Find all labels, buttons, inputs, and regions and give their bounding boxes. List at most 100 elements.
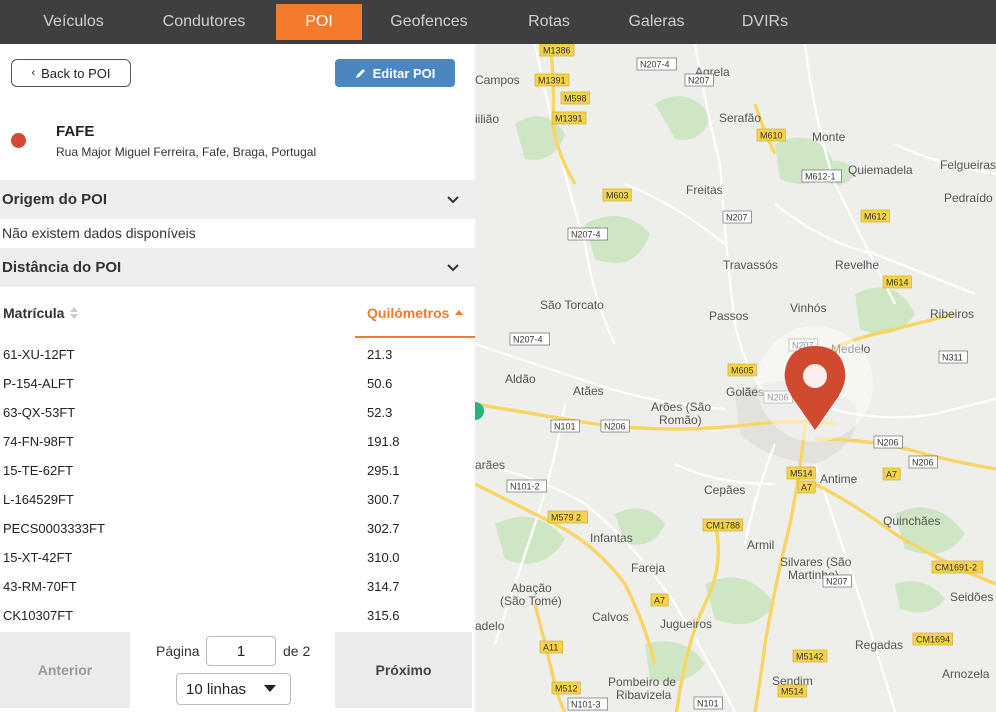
- tab-vehicles[interactable]: Veículos: [15, 4, 132, 40]
- place-label: Cepães: [704, 483, 745, 497]
- sort-ascending-icon: [455, 310, 464, 315]
- tab-galleries[interactable]: Galeras: [602, 4, 711, 40]
- table-row[interactable]: 63-QX-53FT 52.3: [0, 398, 475, 427]
- road-label-text: N207-4: [571, 230, 601, 240]
- chevron-left-icon: ‹: [31, 67, 36, 79]
- place-label: Felgueiras: [940, 158, 996, 172]
- road-label: M514: [777, 684, 807, 698]
- road-label: A7: [882, 467, 901, 481]
- road-label: M5142: [792, 649, 828, 663]
- table-row[interactable]: L-164529FT 300.7: [0, 485, 475, 514]
- place-label: (São Tomé): [500, 594, 562, 608]
- place-label: Freitas: [686, 183, 723, 197]
- table-row[interactable]: P-154-ALFT 50.6: [0, 369, 475, 398]
- road-label-text: M1386: [543, 46, 571, 56]
- place-label: Serafão: [719, 111, 761, 125]
- road-label-text: N207: [688, 76, 710, 86]
- road-label: M612-1: [801, 169, 842, 183]
- page-total-label: de 2: [283, 643, 311, 659]
- place-label: Arões (São: [651, 400, 711, 414]
- table-row[interactable]: PECS0003333FT 302.7: [0, 514, 475, 543]
- place-label: Quinchães: [883, 514, 940, 528]
- table-row[interactable]: 74-FN-98FT 191.8: [0, 427, 475, 456]
- road-label: N207: [722, 210, 752, 224]
- next-page-button[interactable]: Próximo: [335, 632, 472, 708]
- tab-routes[interactable]: Rotas: [496, 4, 602, 40]
- place-label: Monte: [812, 130, 846, 144]
- road-label-text: M514: [781, 687, 804, 697]
- road-label-text: A7: [886, 470, 897, 480]
- km-cell: 52.3: [367, 405, 393, 420]
- page-number-input[interactable]: [206, 636, 276, 666]
- back-button-label: Back to POI: [41, 65, 111, 81]
- place-label: São Torcato: [540, 298, 604, 312]
- pagination: Anterior Página de 2 10 linhas Próximo: [0, 632, 475, 712]
- road-label: CM1694: [912, 632, 953, 646]
- place-label: Revelhe: [835, 258, 879, 272]
- place-label: Passos: [709, 309, 748, 323]
- road-label-text: N101: [554, 422, 576, 432]
- column-header-km[interactable]: Quilómetros: [367, 305, 464, 321]
- plate-cell: L-164529FT: [3, 492, 74, 507]
- column-header-plate[interactable]: Matrícula: [3, 305, 79, 321]
- tab-drivers[interactable]: Condutores: [132, 4, 276, 40]
- road-label-text: N206: [912, 458, 934, 468]
- road-label-text: N207-4: [513, 335, 543, 345]
- road-label: M610: [756, 128, 786, 142]
- road-label-text: M598: [564, 94, 587, 104]
- place-label: Travassós: [723, 258, 778, 272]
- road-label-text: M614: [886, 278, 909, 288]
- place-label: Fareja: [631, 561, 665, 575]
- table-row[interactable]: 61-XU-12FT 21.3: [0, 340, 475, 369]
- road-label-text: N311: [942, 353, 963, 363]
- tab-dvirs[interactable]: DVIRs: [711, 4, 819, 40]
- origin-empty-message: Não existem dados disponíveis: [2, 225, 196, 241]
- plate-cell: CK10307FT: [3, 608, 74, 623]
- plate-cell: P-154-ALFT: [3, 376, 74, 391]
- previous-page-button[interactable]: Anterior: [0, 632, 130, 708]
- place-label: Antime: [820, 472, 858, 486]
- road-label-text: CM1788: [706, 521, 740, 531]
- road-label: M1386: [539, 44, 575, 57]
- road-label: N206: [600, 419, 630, 433]
- table-row[interactable]: 15-TE-62FT 295.1: [0, 456, 475, 485]
- map-view[interactable]: Campos Agrela Serafão Monte Quiemadela Felgue…: [475, 44, 996, 712]
- km-cell: 191.8: [367, 434, 400, 449]
- rows-per-page-select[interactable]: 10 linhas: [176, 673, 291, 705]
- back-to-poi-button[interactable]: ‹ Back to POI: [11, 59, 131, 87]
- road-label-text: M612-1: [805, 172, 836, 182]
- road-label: N207: [684, 73, 714, 87]
- tab-poi[interactable]: POI: [276, 4, 362, 40]
- road-label-text: N101-2: [510, 482, 540, 492]
- distance-section-header[interactable]: Distância do POI: [0, 248, 475, 287]
- place-label: Pombeiro de: [608, 675, 676, 689]
- plate-cell: 43-RM-70FT: [3, 579, 77, 594]
- table-row[interactable]: 15-XT-42FT 310.0: [0, 543, 475, 572]
- poi-marker-icon[interactable]: [757, 326, 873, 442]
- road-label-text: N101-3: [571, 700, 601, 710]
- edit-poi-button[interactable]: Editar POI: [335, 59, 455, 87]
- road-label: M1391: [534, 73, 570, 87]
- place-label: Seidões: [950, 590, 993, 604]
- chevron-down-icon: [447, 195, 459, 203]
- place-label: Arnozela: [942, 667, 990, 681]
- road-label-text: N207: [726, 213, 748, 223]
- road-label-text: N207-4: [640, 60, 670, 70]
- tab-geofences[interactable]: Geofences: [362, 4, 496, 40]
- caret-down-icon: [264, 685, 276, 692]
- place-label: Atães: [573, 384, 604, 398]
- road-label: A7: [650, 593, 669, 607]
- road-label: N311: [938, 350, 968, 364]
- table-row[interactable]: 43-RM-70FT 314.7: [0, 572, 475, 601]
- road-label: N207-4: [509, 332, 550, 346]
- column-km-label: Quilómetros: [367, 305, 450, 321]
- km-cell: 314.7: [367, 579, 400, 594]
- sort-icon: [70, 307, 79, 319]
- road-label-text: N206: [877, 438, 899, 448]
- place-label: Silvares (São: [780, 555, 852, 569]
- road-label: M512: [551, 681, 581, 695]
- map-canvas: CamposAgrelaSerafãoMonteQuiemadela Felgue…: [475, 44, 996, 712]
- origin-section-header[interactable]: Origem do POI: [0, 180, 475, 219]
- road-label-text: CM1694: [916, 635, 950, 645]
- table-row[interactable]: CK10307FT 315.6: [0, 601, 475, 630]
